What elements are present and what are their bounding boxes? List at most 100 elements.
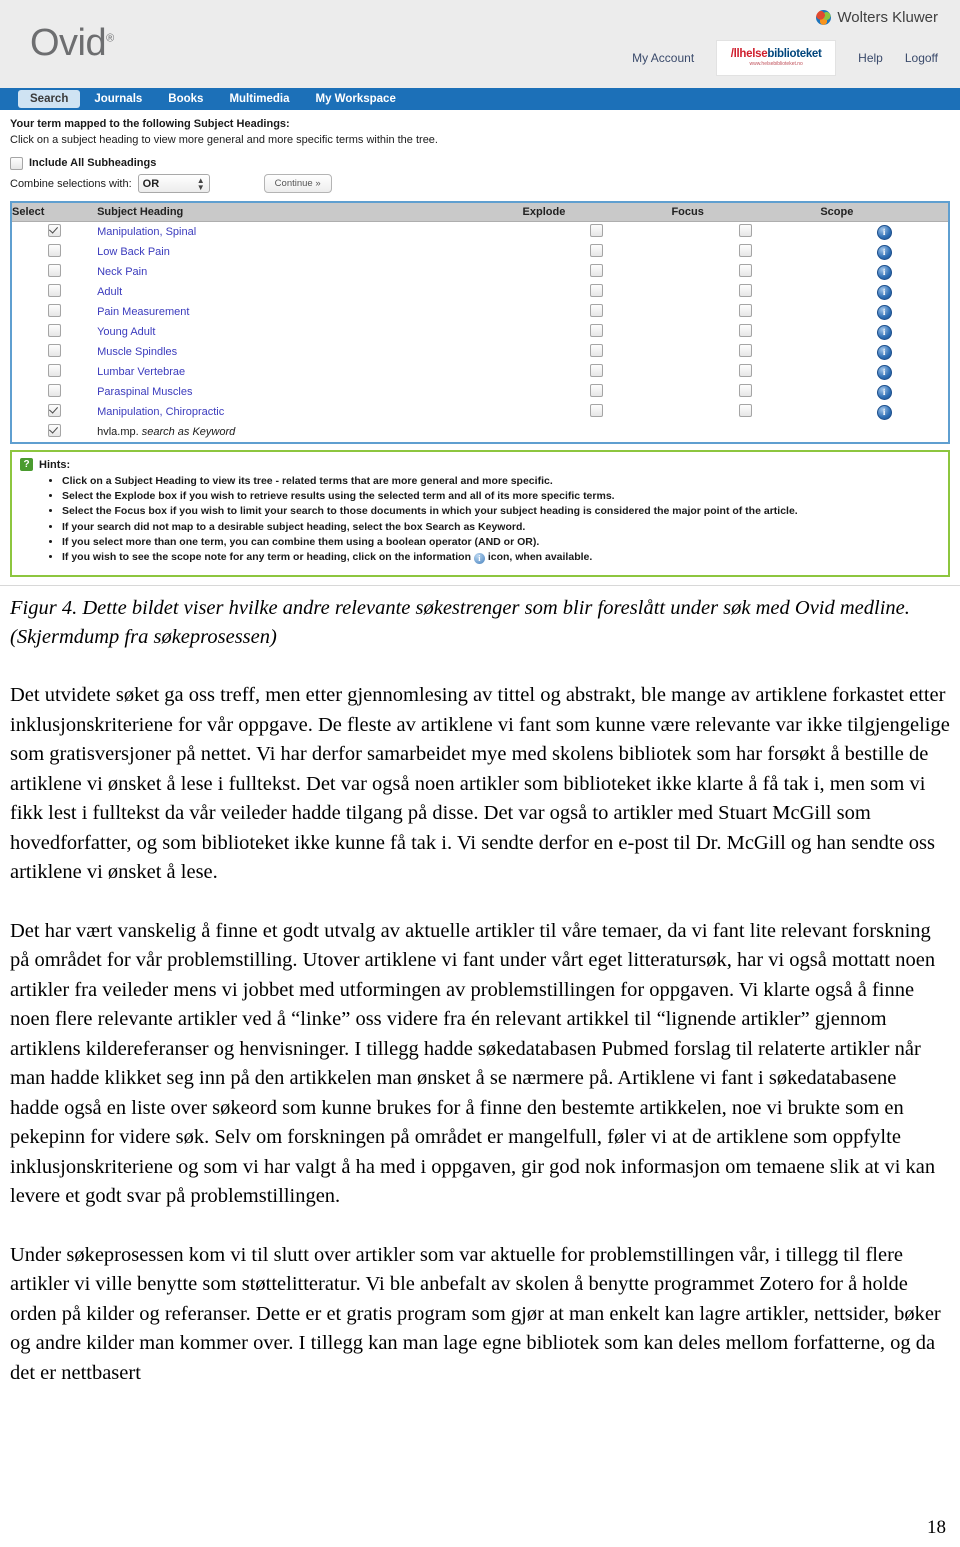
hint-item: If you select more than one term, you ca… (62, 535, 940, 550)
focus-checkbox[interactable] (739, 344, 753, 357)
explode-checkbox[interactable] (590, 244, 604, 257)
row-explode-cell (523, 362, 672, 382)
subject-heading-link[interactable]: Pain Measurement (97, 306, 189, 318)
row-select-cell (12, 242, 97, 262)
logoff-link[interactable]: Logoff (905, 51, 938, 65)
info-icon[interactable]: i (876, 304, 892, 320)
wolters-kluwer-label: Wolters Kluwer (837, 9, 938, 26)
row-focus-cell (671, 342, 820, 362)
focus-checkbox[interactable] (739, 404, 753, 417)
subject-heading-link[interactable]: Adult (97, 286, 122, 298)
helsebiblioteket-name-red: /llhelse (730, 47, 768, 60)
row-select-checkbox[interactable] (48, 304, 62, 317)
row-select-checkbox[interactable] (48, 344, 62, 357)
focus-checkbox[interactable] (739, 224, 753, 237)
info-icon: i (473, 553, 485, 565)
row-select-checkbox[interactable] (48, 384, 62, 397)
subject-heading-link[interactable]: Neck Pain (97, 266, 147, 278)
row-select-checkbox[interactable] (48, 244, 62, 257)
subject-heading-link[interactable]: Lumbar Vertebrae (97, 366, 185, 378)
table-row-keyword: hvla.mp. search as Keyword (12, 422, 948, 442)
subject-heading-link[interactable]: Paraspinal Muscles (97, 386, 192, 398)
row-focus-cell (671, 322, 820, 342)
info-icon[interactable]: i (876, 364, 892, 380)
row-focus-cell (671, 362, 820, 382)
table-body: Manipulation, Spinal i Low Back Pain i N… (12, 222, 948, 443)
row-select-cell (12, 422, 97, 442)
row-select-cell (12, 302, 97, 322)
hints-list: Click on a Subject Heading to view its t… (20, 474, 940, 565)
info-icon[interactable]: i (876, 404, 892, 420)
info-icon[interactable]: i (876, 244, 892, 260)
info-icon[interactable]: i (876, 384, 892, 400)
info-icon[interactable]: i (876, 264, 892, 280)
explode-checkbox[interactable] (590, 304, 604, 317)
focus-checkbox[interactable] (739, 364, 753, 377)
row-select-checkbox[interactable] (48, 404, 62, 417)
focus-checkbox[interactable] (739, 384, 753, 397)
combine-operator-select[interactable]: OR ▲ ▼ (137, 174, 210, 193)
tab-books[interactable]: Books (156, 90, 215, 108)
explode-checkbox[interactable] (590, 224, 604, 237)
focus-checkbox[interactable] (739, 264, 753, 277)
subject-heading-link[interactable]: Manipulation, Chiropractic (97, 406, 224, 418)
info-icon[interactable]: i (876, 224, 892, 240)
keyword-search-label: search as Keyword (141, 426, 236, 438)
row-select-cell (12, 282, 97, 302)
hint-item: Select the Focus box if you wish to limi… (62, 504, 940, 519)
focus-checkbox[interactable] (739, 284, 753, 297)
ovid-screenshot: Ovid® Wolters Kluwer My Account /llhelse… (0, 0, 960, 592)
explode-checkbox[interactable] (590, 364, 604, 377)
col-subject-heading: Subject Heading (97, 203, 523, 222)
row-select-checkbox[interactable] (48, 364, 62, 377)
explode-checkbox[interactable] (590, 384, 604, 397)
subject-heading-link[interactable]: Manipulation, Spinal (97, 226, 196, 238)
subject-heading-link[interactable]: Young Adult (97, 326, 155, 338)
help-link[interactable]: Help (858, 51, 883, 65)
row-select-checkbox[interactable] (48, 264, 62, 277)
info-icon[interactable]: i (876, 344, 892, 360)
info-icon[interactable]: i (876, 324, 892, 340)
focus-checkbox[interactable] (739, 244, 753, 257)
intro-line-1: Your term mapped to the following Subjec… (10, 118, 290, 130)
row-scope-cell: i (820, 302, 948, 322)
row-select-checkbox[interactable] (48, 424, 62, 437)
subject-heading-link[interactable]: Low Back Pain (97, 246, 170, 258)
keyword-term: hvla.mp. (97, 426, 139, 438)
row-select-checkbox[interactable] (48, 324, 62, 337)
row-select-cell (12, 322, 97, 342)
header-links: My Account /llhelsebiblioteket www.helse… (632, 40, 938, 76)
subject-heading-link[interactable]: Muscle Spindles (97, 346, 177, 358)
focus-checkbox[interactable] (739, 304, 753, 317)
row-select-checkbox[interactable] (48, 284, 62, 297)
helsebiblioteket-logo[interactable]: /llhelsebiblioteket www.helsebiblioteket… (716, 40, 837, 76)
wolters-kluwer-brand: Wolters Kluwer (816, 9, 938, 26)
tab-multimedia[interactable]: Multimedia (217, 90, 301, 108)
explode-checkbox[interactable] (590, 284, 604, 297)
explode-checkbox[interactable] (590, 264, 604, 277)
table-row: Pain Measurement i (12, 302, 948, 322)
focus-checkbox[interactable] (739, 324, 753, 337)
document-body: Figur 4. Dette bildet viser hvilke andre… (0, 592, 960, 1388)
continue-button[interactable]: Continue » (263, 174, 332, 193)
row-scope-cell: i (820, 342, 948, 362)
include-subheadings-row: Include All Subheadings (10, 154, 960, 172)
app-header: Ovid® Wolters Kluwer My Account /llhelse… (0, 0, 960, 88)
tab-search[interactable]: Search (18, 90, 81, 108)
explode-checkbox[interactable] (590, 344, 604, 357)
registered-mark-icon: ® (106, 32, 114, 45)
app-footer: © 2015 Ovid Technologies, Inc. All right… (0, 585, 960, 592)
my-account-link[interactable]: My Account (632, 51, 694, 65)
explode-checkbox[interactable] (590, 404, 604, 417)
row-select-checkbox[interactable] (48, 224, 62, 237)
tab-my-workspace[interactable]: My Workspace (304, 90, 408, 108)
include-subheadings-checkbox[interactable] (10, 156, 23, 170)
col-select: Select (12, 203, 98, 222)
info-icon[interactable]: i (876, 284, 892, 300)
tab-journals[interactable]: Journals (82, 90, 154, 108)
row-heading-cell: Young Adult (97, 322, 522, 342)
row-focus-cell (671, 282, 820, 302)
table-row: Manipulation, Spinal i (12, 222, 948, 243)
ovid-logo: Ovid® (30, 22, 114, 65)
explode-checkbox[interactable] (590, 324, 604, 337)
